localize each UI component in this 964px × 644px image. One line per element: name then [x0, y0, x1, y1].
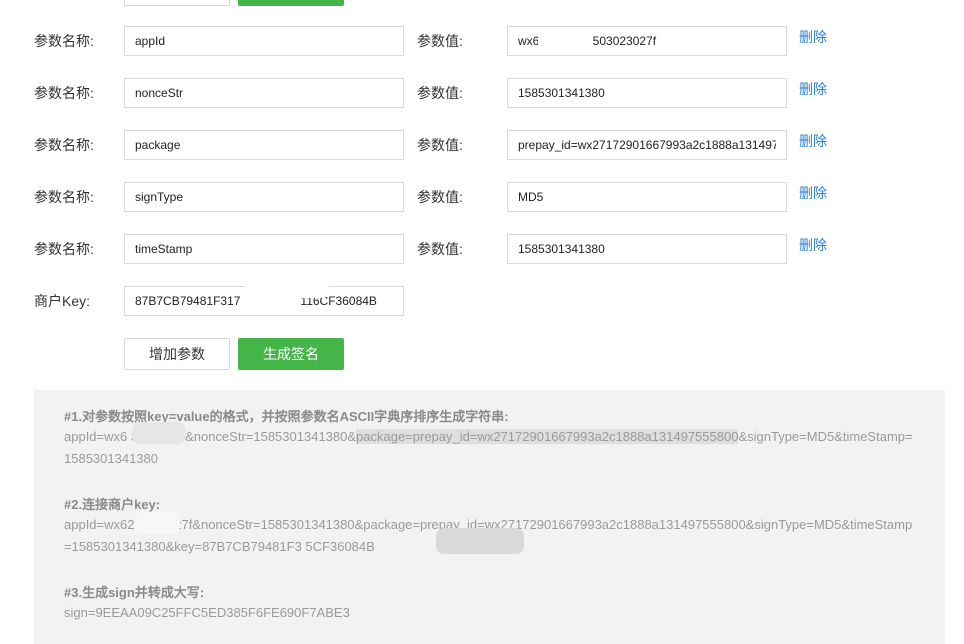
param-value-label: 参数值: [417, 189, 463, 205]
param-value-input[interactable] [507, 234, 787, 264]
merchant-key-label: 商户Key: [34, 293, 91, 309]
param-value-label: 参数值: [417, 33, 463, 49]
param-value-input[interactable] [507, 182, 787, 212]
delete-param-button[interactable]: 删除 [799, 183, 827, 203]
param-value-label: 参数值: [417, 241, 463, 257]
partial-input-top[interactable] [124, 0, 230, 6]
param-name-label: 参数名称: [34, 137, 94, 153]
step2-title: #2.连接商户key: [64, 497, 161, 512]
generate-signature-button[interactable]: 生成签名 [238, 338, 344, 370]
redaction-mask [436, 528, 524, 554]
param-value-input[interactable] [507, 78, 787, 108]
param-name-input[interactable] [124, 234, 404, 264]
param-value-label: 参数值: [417, 85, 463, 101]
add-param-button[interactable]: 增加参数 [124, 338, 230, 370]
step1-text-highlight: package=prepay_id=wx27172901667993a2c188… [356, 429, 739, 444]
param-name-input[interactable] [124, 182, 404, 212]
param-name-input[interactable] [124, 78, 404, 108]
step3-text: sign=9EEAA09C25FFC5ED385F6FE690F7ABE3 [64, 605, 350, 620]
step1-title: #1.对参数按照key=value的格式，并按照参数名ASCII字典序排序生成字… [64, 409, 509, 424]
step1-text-start: appId=wx6 3023027f&nonceStr=158530134138… [64, 429, 357, 444]
step3-title: #3.生成sign并转成大写: [64, 585, 205, 600]
param-name-label: 参数名称: [34, 189, 94, 205]
signature-tool-page: 参数名称: 参数值: 删除 参数名称: 参数值: 删除 参数名称: 参数值: 删… [0, 0, 964, 644]
param-value-input[interactable] [507, 130, 787, 160]
step1-text: appId=wx6 3023027f&nonceStr=158530134138… [64, 426, 914, 470]
delete-param-button[interactable]: 删除 [799, 79, 827, 99]
param-name-input[interactable] [124, 26, 404, 56]
delete-param-button[interactable]: 删除 [799, 27, 827, 47]
param-name-input[interactable] [124, 130, 404, 160]
delete-param-button[interactable]: 删除 [799, 131, 827, 151]
redaction-mask [244, 282, 330, 298]
redaction-mask [538, 30, 576, 52]
delete-param-button[interactable]: 删除 [799, 235, 827, 255]
param-name-label: 参数名称: [34, 33, 94, 49]
partial-button-top[interactable] [238, 0, 344, 6]
redaction-mask [132, 422, 186, 444]
redaction-mask [134, 512, 180, 534]
param-value-label: 参数值: [417, 137, 463, 153]
param-name-label: 参数名称: [34, 241, 94, 257]
param-name-label: 参数名称: [34, 85, 94, 101]
